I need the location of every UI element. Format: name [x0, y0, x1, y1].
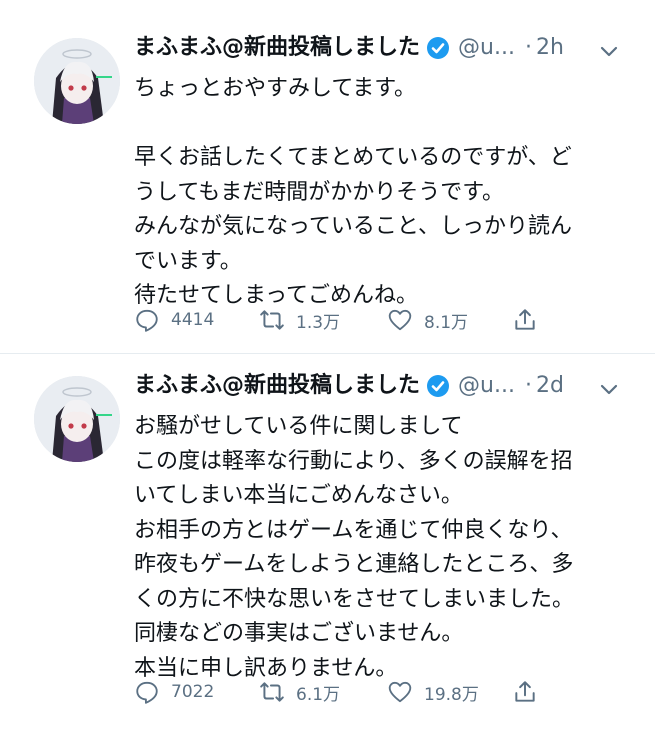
tweet-actions: 7022 6.1万 19.8万 [134, 674, 554, 710]
tweet-text-line: うしてもまだ時間がかかりそうです。 [134, 179, 505, 205]
share-button[interactable] [512, 302, 538, 338]
verified-badge-icon [426, 36, 450, 60]
timestamp[interactable]: 2d [536, 370, 564, 402]
avatar[interactable] [34, 376, 120, 462]
timestamp[interactable]: 2h [536, 32, 564, 64]
separator: · [524, 35, 532, 60]
tweet-text: お騒がせしている件に関しまして この度は軽率な行動により、多くの誤解を招 いてし… [134, 410, 634, 686]
reply-icon [136, 681, 158, 704]
separator: · [524, 373, 532, 398]
retweet-count: 1.3万 [296, 312, 341, 333]
reply-count: 4414 [171, 310, 215, 330]
like-button[interactable]: 19.8万 [387, 674, 479, 710]
tweet-text-line: くの方に不快な思いをさせてしまいました。 [134, 586, 575, 612]
reply-icon [136, 309, 158, 332]
tweet-text-line [134, 107, 634, 142]
tweet-text-line: みんなが気になっていること、しっかり読ん [134, 214, 573, 239]
share-icon [515, 309, 535, 330]
retweet-button[interactable]: 6.1万 [259, 674, 340, 710]
reply-button[interactable]: 4414 [134, 302, 214, 338]
like-count: 8.1万 [424, 312, 469, 333]
retweet-icon [260, 310, 284, 330]
reply-count: 7022 [171, 682, 215, 702]
like-icon [388, 681, 412, 703]
tweet-text-line: でいます。 [134, 248, 242, 274]
share-button[interactable] [512, 674, 538, 710]
retweet-count: 6.1万 [296, 684, 341, 705]
display-name[interactable]: まふまふ@新曲投稿しました [134, 32, 420, 64]
retweet-button[interactable]: 1.3万 [259, 302, 340, 338]
tweet-text-line: この度は軽率な行動により、多くの誤解を招 [134, 448, 573, 474]
tweet-header: まふまふ@新曲投稿しました @u... · 2d [134, 370, 564, 402]
like-count: 19.8万 [424, 684, 479, 705]
tweet-text-line: 昨夜もゲームをしようと連絡したところ、多 [134, 552, 574, 577]
tweet[interactable]: まふまふ@新曲投稿しました @u... · 2d お騒がせしている件に関しまして… [0, 353, 655, 732]
tweet-text-line: お相手の方とはゲームを通じて仲良くなり、 [134, 517, 573, 543]
verified-badge-icon [426, 374, 450, 398]
tweet-text-line: 早くお話したくてまとめているのですが、ど [134, 145, 572, 170]
reply-button[interactable]: 7022 [134, 674, 214, 710]
like-icon [388, 309, 412, 331]
like-button[interactable]: 8.1万 [387, 302, 468, 338]
tweet-text-line: お騒がせしている件に関しまして [134, 414, 463, 439]
handle[interactable]: @u... [458, 32, 515, 64]
display-name[interactable]: まふまふ@新曲投稿しました [134, 370, 420, 402]
tweet-text-line: いてしまい本当にごめんなさい。 [134, 483, 463, 508]
tweet-text-line: ちょっとおやすみしてます。 [134, 76, 417, 101]
share-icon [515, 681, 535, 702]
avatar[interactable] [34, 38, 120, 124]
more-icon[interactable] [596, 38, 622, 68]
retweet-icon [260, 682, 284, 702]
tweet-text: ちょっとおやすみしてます。 早くお話したくてまとめているのですが、ど うしてもま… [134, 72, 634, 314]
handle[interactable]: @u... [458, 370, 515, 402]
tweet-header: まふまふ@新曲投稿しました @u... · 2h [134, 32, 564, 64]
more-icon[interactable] [596, 376, 622, 406]
tweet[interactable]: まふまふ@新曲投稿しました @u... · 2h ちょっとおやすみしてます。 早… [0, 0, 655, 353]
tweet-actions: 4414 1.3万 8.1万 [134, 302, 554, 338]
tweet-text-line: 同棲などの事実はございません。 [134, 621, 464, 646]
